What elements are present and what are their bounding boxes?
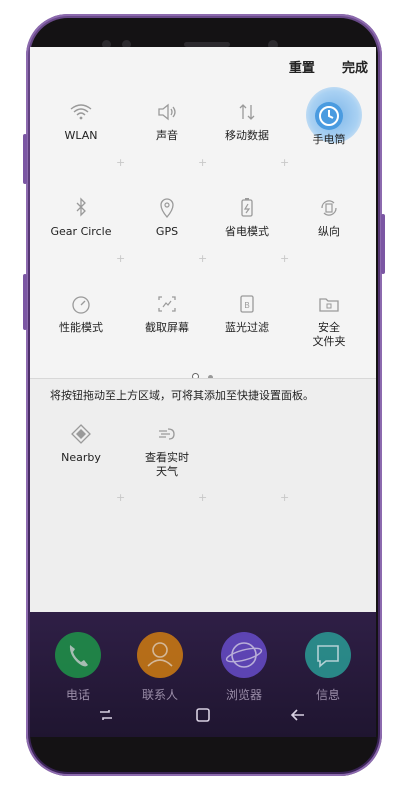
tile-secure-folder[interactable]: 安全 文件夹 <box>286 281 372 351</box>
back-button[interactable] <box>286 703 310 727</box>
tile-screenshot[interactable]: 截取屏幕 <box>124 281 210 351</box>
grid-marker: + <box>198 156 208 169</box>
recents-button[interactable] <box>94 703 118 727</box>
navigation-bar <box>30 693 376 737</box>
available-tiles-drawer: 将按钮拖动至上方区域，可将其添加至快捷设置面板。 Nearby 查看实时 天气 … <box>30 379 376 629</box>
tile-flashlight[interactable]: 手电筒 <box>286 87 372 159</box>
tile-performance[interactable]: 性能模式 <box>38 281 124 351</box>
done-button[interactable]: 完成 <box>342 61 368 76</box>
weather-icon <box>159 428 175 440</box>
rotation-icon <box>321 200 337 216</box>
secure-folder-icon <box>319 298 339 312</box>
tile-label: Nearby <box>61 451 101 464</box>
battery-saver-icon <box>241 198 253 217</box>
wifi-icon <box>70 104 92 120</box>
home-button[interactable] <box>191 703 215 727</box>
tile-gps[interactable]: GPS <box>124 185 210 255</box>
messages-icon <box>305 632 351 678</box>
tile-label: 声音 <box>156 129 178 142</box>
location-icon <box>160 198 174 218</box>
tile-label: Gear Circle <box>50 225 112 238</box>
tile-label: 截取屏幕 <box>145 321 189 334</box>
reset-button[interactable]: 重置 <box>289 61 315 76</box>
grid-marker: + <box>116 156 126 169</box>
grid-marker: + <box>198 491 208 504</box>
grid-marker: + <box>198 252 208 265</box>
bluetooth-icon <box>76 197 86 217</box>
back-icon <box>290 709 304 721</box>
sound-icon <box>158 103 176 121</box>
mobile-data-icon <box>239 104 255 120</box>
tile-label: 性能模式 <box>59 321 103 334</box>
svg-text:B: B <box>244 301 249 310</box>
performance-icon <box>72 296 90 314</box>
tile-power-saving[interactable]: 省电模式 <box>204 185 290 255</box>
tile-blue-light[interactable]: B 蓝光过滤 <box>204 281 290 351</box>
recents-icon <box>100 710 112 720</box>
tile-wlan[interactable]: WLAN <box>38 89 124 159</box>
bixby-button <box>23 274 27 330</box>
home-icon <box>196 708 210 722</box>
tile-label: 纵向 <box>318 225 340 238</box>
tile-label: WLAN <box>64 129 98 142</box>
flashlight-icon <box>315 102 343 130</box>
browser-icon <box>221 632 267 678</box>
tile-mobile-data[interactable]: 移动数据 <box>204 89 290 159</box>
app-dock: 电话 联系人 浏览器 信息 <box>30 612 376 737</box>
page-indicator <box>190 365 218 380</box>
volume-button <box>23 134 27 184</box>
grid-marker: + <box>280 491 290 504</box>
tile-label: 查看实时 天气 <box>145 451 189 478</box>
tile-weather[interactable]: 查看实时 天气 <box>124 411 210 481</box>
contacts-icon <box>137 632 183 678</box>
tile-label: 手电筒 <box>312 133 346 146</box>
tile-label: 蓝光过滤 <box>225 321 269 334</box>
blue-light-icon: B <box>240 295 254 313</box>
tile-label: GPS <box>155 225 179 238</box>
screenshot-icon <box>158 296 176 312</box>
grid-marker: + <box>280 156 290 169</box>
quick-settings-panel: 重置 完成 WLAN 声音 移动数据 手电筒 Gear Circle GPS 省… <box>30 47 376 380</box>
tile-label: 移动数据 <box>225 129 269 142</box>
nearby-icon <box>71 424 91 444</box>
power-button <box>381 214 385 274</box>
tile-label: 省电模式 <box>225 225 269 238</box>
grid-marker: + <box>280 252 290 265</box>
drag-hint-text: 将按钮拖动至上方区域，可将其添加至快捷设置面板。 <box>50 389 314 402</box>
phone-icon <box>55 632 101 678</box>
tile-nearby[interactable]: Nearby <box>38 411 124 481</box>
tile-sound[interactable]: 声音 <box>124 89 210 159</box>
panel-actions: 重置 完成 <box>267 57 368 77</box>
tile-label: 安全 文件夹 <box>312 321 346 348</box>
tile-gear-circle[interactable]: Gear Circle <box>38 185 124 255</box>
grid-marker: + <box>116 252 126 265</box>
tile-portrait[interactable]: 纵向 <box>286 185 372 255</box>
grid-marker: + <box>116 491 126 504</box>
screen: 重置 完成 WLAN 声音 移动数据 手电筒 Gear Circle GPS 省… <box>30 47 376 737</box>
